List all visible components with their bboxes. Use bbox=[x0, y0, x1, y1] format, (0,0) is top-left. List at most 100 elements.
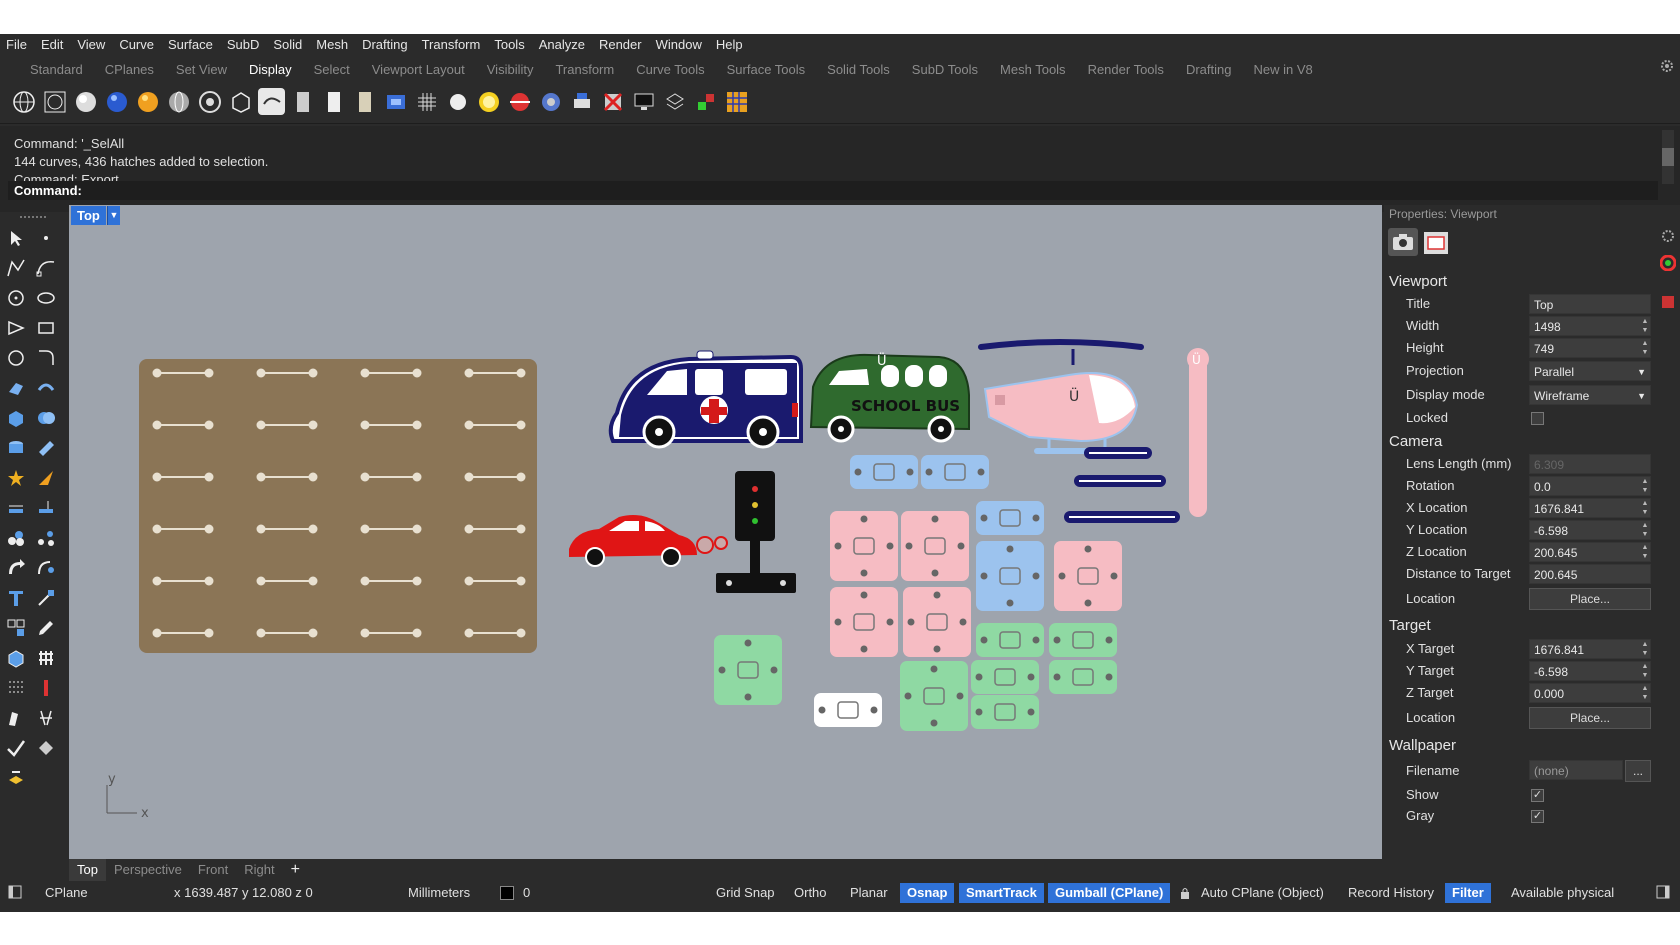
logic-gate-module[interactable] bbox=[901, 511, 969, 581]
fence-icon[interactable] bbox=[34, 646, 58, 670]
speaker-module[interactable] bbox=[850, 455, 918, 489]
offset-icon[interactable] bbox=[34, 496, 58, 520]
tab-transform[interactable]: Transform bbox=[555, 62, 614, 80]
lock-icon[interactable] bbox=[1180, 887, 1190, 902]
button-module[interactable] bbox=[971, 695, 1039, 729]
grid-toggle-icon[interactable] bbox=[413, 88, 440, 115]
camera-icon[interactable] bbox=[1388, 228, 1418, 256]
tab-front[interactable]: Front bbox=[190, 859, 236, 881]
move-icon[interactable] bbox=[4, 556, 28, 580]
top-viewport[interactable]: Top ▼ Ü SCHOOL BUS Ü Ü Ü y x bbox=[69, 205, 1382, 859]
tab-set-view[interactable]: Set View bbox=[176, 62, 227, 80]
tab-perspective[interactable]: Perspective bbox=[106, 859, 190, 881]
check-icon[interactable] bbox=[4, 736, 28, 760]
projection-select[interactable]: Parallel ▼ bbox=[1529, 361, 1651, 381]
color-wheel-icon[interactable] bbox=[1659, 254, 1677, 274]
command-input[interactable]: Command: bbox=[8, 181, 1658, 200]
shaded-viewport-icon[interactable] bbox=[72, 88, 99, 115]
tab-viewport-layout[interactable]: Viewport Layout bbox=[372, 62, 465, 80]
point-icon[interactable] bbox=[34, 226, 58, 250]
toolbar-gear-icon[interactable] bbox=[1660, 59, 1674, 76]
tab-visibility[interactable]: Visibility bbox=[487, 62, 534, 80]
color-objects-icon[interactable] bbox=[692, 88, 719, 115]
hide-objects-icon[interactable] bbox=[599, 88, 626, 115]
measure-icon[interactable] bbox=[34, 676, 58, 700]
menu-drafting[interactable]: Drafting bbox=[362, 37, 408, 52]
planar-toggle[interactable]: Planar bbox=[850, 885, 888, 900]
gray-checkbox[interactable]: ✓ bbox=[1531, 810, 1544, 823]
print-display-icon[interactable] bbox=[568, 88, 595, 115]
dimension-icon[interactable] bbox=[4, 496, 28, 520]
circle-icon[interactable] bbox=[4, 286, 28, 310]
menu-window[interactable]: Window bbox=[656, 37, 702, 52]
palette-grid-icon[interactable] bbox=[723, 88, 750, 115]
logic-gate-module[interactable] bbox=[903, 587, 971, 657]
units-status[interactable]: Millimeters bbox=[408, 885, 470, 900]
menu-render[interactable]: Render bbox=[599, 37, 642, 52]
all-viewports-wireframe-icon[interactable] bbox=[41, 88, 68, 115]
auto-cplane-toggle[interactable]: Auto CPlane (Object) bbox=[1201, 885, 1324, 900]
gumball-toggle[interactable]: Gumball (CPlane) bbox=[1048, 883, 1171, 903]
height-field[interactable]: 749 ▲ ▼ bbox=[1529, 338, 1651, 358]
capture-viewport-icon[interactable] bbox=[382, 88, 409, 115]
show-checkbox[interactable]: ✓ bbox=[1531, 789, 1544, 802]
red-car[interactable] bbox=[569, 515, 728, 567]
arc-icon[interactable] bbox=[4, 316, 28, 340]
menu-curve[interactable]: Curve bbox=[119, 37, 154, 52]
tab-new-in-v8[interactable]: New in V8 bbox=[1253, 62, 1312, 80]
x-target-stepper[interactable]: ▲ ▼ bbox=[1640, 640, 1650, 658]
text-icon[interactable] bbox=[4, 586, 28, 610]
logic-gate-module[interactable] bbox=[830, 511, 898, 581]
cylinder-icon[interactable] bbox=[4, 436, 28, 460]
box-icon[interactable] bbox=[4, 406, 28, 430]
filter-toggle[interactable]: Filter bbox=[1445, 883, 1491, 903]
logic-gate-module[interactable] bbox=[830, 587, 898, 657]
y-location-stepper[interactable]: ▲ ▼ bbox=[1640, 521, 1650, 539]
grid-snap-toggle[interactable]: Grid Snap bbox=[716, 885, 775, 900]
monochrome-viewport-icon[interactable] bbox=[351, 88, 378, 115]
z-location-stepper[interactable]: ▲ ▼ bbox=[1640, 543, 1650, 561]
loft-icon[interactable] bbox=[34, 376, 58, 400]
menu-tools[interactable]: Tools bbox=[494, 37, 524, 52]
ellipse-icon[interactable] bbox=[34, 286, 58, 310]
browse-button[interactable]: ... bbox=[1625, 760, 1651, 782]
history-scrollbar[interactable] bbox=[1662, 130, 1674, 184]
menu-transform[interactable]: Transform bbox=[422, 37, 481, 52]
select-arrow-icon[interactable] bbox=[4, 226, 28, 250]
y-location-field[interactable]: -6.598 ▲ ▼ bbox=[1529, 520, 1651, 540]
tab-select[interactable]: Select bbox=[314, 62, 350, 80]
x-location-field[interactable]: 1676.841 ▲ ▼ bbox=[1529, 498, 1651, 518]
battery-module[interactable] bbox=[976, 623, 1044, 657]
xray-viewport-icon[interactable] bbox=[196, 88, 223, 115]
y-target-field[interactable]: -6.598 ▲ ▼ bbox=[1529, 661, 1651, 681]
technical-viewport-icon[interactable] bbox=[227, 88, 254, 115]
object-display-icon[interactable] bbox=[661, 88, 688, 115]
tab-curve-tools[interactable]: Curve Tools bbox=[636, 62, 704, 80]
group-icon[interactable] bbox=[4, 526, 28, 550]
tab-top[interactable]: Top bbox=[69, 859, 106, 881]
rotation-field[interactable]: 0.0 ▲ ▼ bbox=[1529, 476, 1651, 496]
ghosted-viewport-icon[interactable] bbox=[165, 88, 192, 115]
fillet-icon[interactable] bbox=[34, 346, 58, 370]
wireframe-viewport-icon[interactable] bbox=[10, 88, 37, 115]
filename-field[interactable]: (none) bbox=[1529, 760, 1623, 780]
x-target-field[interactable]: 1676.841 ▲ ▼ bbox=[1529, 639, 1651, 659]
tab-right[interactable]: Right bbox=[236, 859, 282, 881]
surface-icon[interactable] bbox=[4, 376, 28, 400]
menu-help[interactable]: Help bbox=[716, 37, 743, 52]
width-field[interactable]: 1498 ▲ ▼ bbox=[1529, 316, 1651, 336]
trim-icon[interactable] bbox=[34, 466, 58, 490]
traffic-light[interactable] bbox=[716, 471, 796, 593]
tab-display[interactable]: Display bbox=[249, 62, 292, 80]
panel-toggle-icon[interactable] bbox=[1656, 885, 1670, 902]
layer-icon[interactable] bbox=[4, 766, 28, 790]
pen-viewport-icon[interactable] bbox=[289, 88, 316, 115]
tab-surface-tools[interactable]: Surface Tools bbox=[727, 62, 806, 80]
ortho-toggle[interactable]: Ortho bbox=[794, 885, 827, 900]
tab-solid-tools[interactable]: Solid Tools bbox=[827, 62, 890, 80]
draw-icon[interactable] bbox=[4, 706, 28, 730]
sun-module[interactable] bbox=[1049, 623, 1117, 657]
artistic-viewport-icon[interactable] bbox=[258, 88, 285, 115]
counter-module[interactable] bbox=[1054, 541, 1122, 611]
z-target-stepper[interactable]: ▲ ▼ bbox=[1640, 684, 1650, 702]
